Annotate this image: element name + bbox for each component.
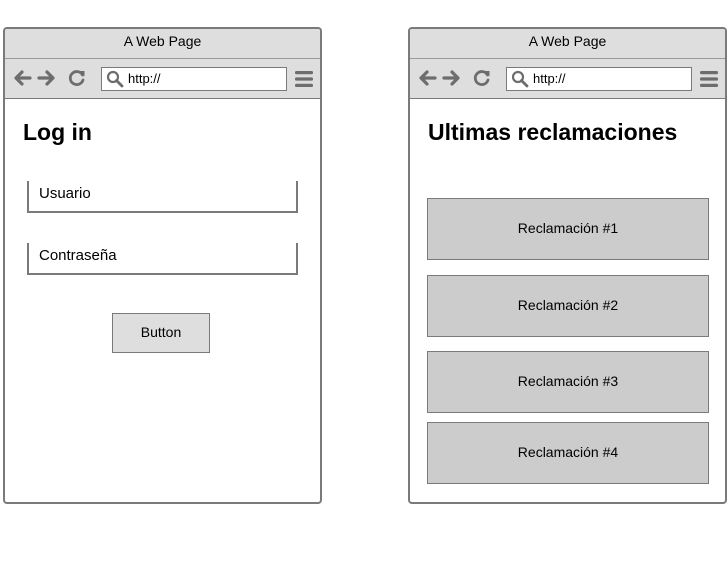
arrow-right-icon[interactable] [36, 67, 58, 89]
url-input[interactable]: http:// [506, 67, 692, 91]
password-label: Contraseña [39, 247, 117, 264]
login-button[interactable]: Button [112, 313, 210, 353]
claim-item-2[interactable]: Reclamación #2 [427, 275, 709, 337]
browser-toolbar: http:// [410, 59, 725, 99]
username-field[interactable]: Usuario [27, 181, 298, 213]
search-icon [106, 70, 124, 88]
arrow-right-icon[interactable] [441, 67, 463, 89]
username-label: Usuario [39, 185, 91, 202]
window-title: A Web Page [5, 29, 320, 59]
hamburger-menu-icon[interactable] [699, 69, 719, 89]
page-title: Ultimas reclamaciones [428, 119, 678, 145]
reload-icon[interactable] [66, 67, 88, 89]
url-input[interactable]: http:// [101, 67, 287, 91]
page-title: Log in [23, 119, 92, 145]
password-field[interactable]: Contraseña [27, 243, 298, 275]
url-text: http:// [533, 71, 566, 86]
url-text: http:// [128, 71, 161, 86]
reload-icon[interactable] [471, 67, 493, 89]
claim-item-1[interactable]: Reclamación #1 [427, 198, 709, 260]
arrow-left-icon[interactable] [11, 67, 33, 89]
arrow-left-icon[interactable] [416, 67, 438, 89]
search-icon [511, 70, 529, 88]
claim-item-3[interactable]: Reclamación #3 [427, 351, 709, 413]
claim-item-4[interactable]: Reclamación #4 [427, 422, 709, 484]
login-browser-window: A Web Page http:// Log in Usuario Contra… [3, 27, 322, 504]
hamburger-menu-icon[interactable] [294, 69, 314, 89]
claims-browser-window: A Web Page http:// Ultimas reclamaciones… [408, 27, 727, 504]
browser-toolbar: http:// [5, 59, 320, 99]
window-title: A Web Page [410, 29, 725, 59]
